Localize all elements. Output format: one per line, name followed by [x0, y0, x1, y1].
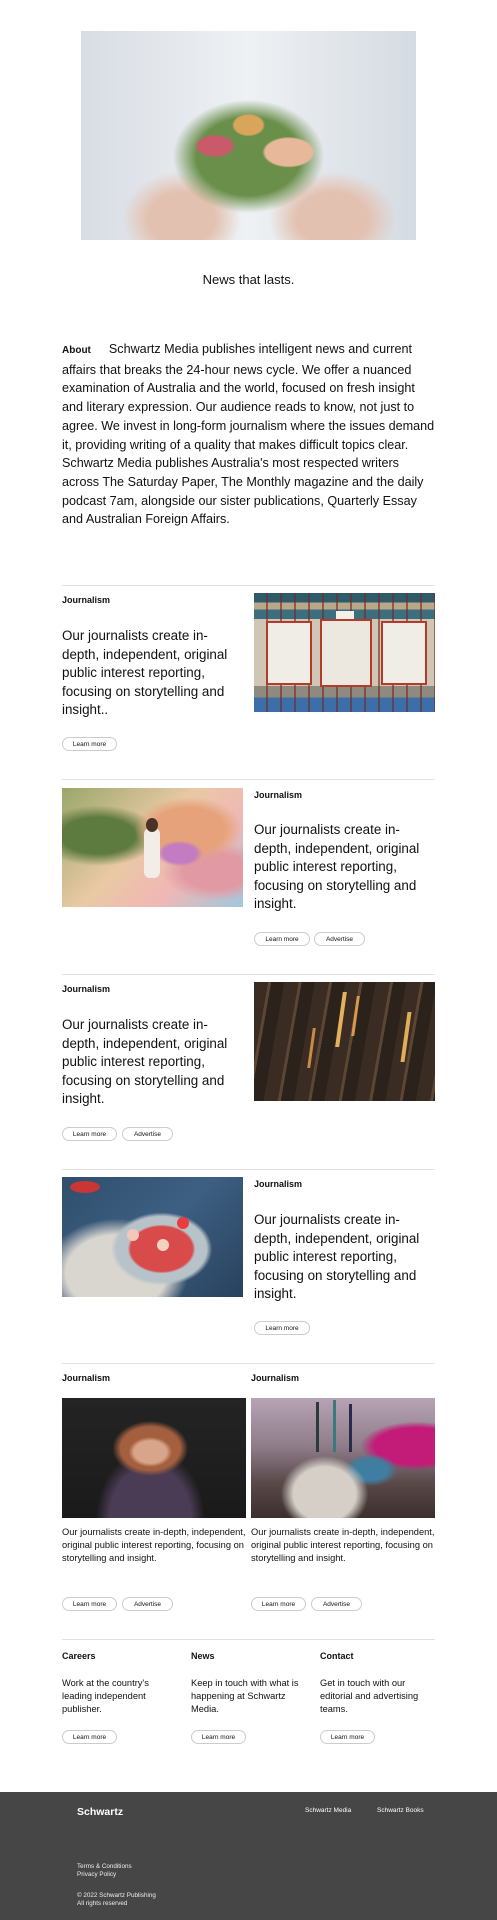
about-label: About	[62, 345, 91, 356]
feature-4-learn-more-button[interactable]: Learn more	[254, 1321, 310, 1335]
footer: Schwartz Schwartz Media Schwartz Books T…	[0, 1792, 497, 1920]
feature-3-building-image	[254, 982, 435, 1101]
feature-2-learn-more-button[interactable]: Learn more	[254, 932, 310, 946]
divider	[62, 974, 435, 975]
feature-4-strawberries-image	[62, 1177, 243, 1297]
careers-title: Careers	[62, 1651, 96, 1661]
careers-text: Work at the country's leading independen…	[62, 1678, 149, 1714]
card-2-advertise-button[interactable]: Advertise	[311, 1597, 362, 1611]
feature-4-kicker: Journalism	[254, 1179, 303, 1189]
feature-2-text: Our journalists create in-depth, indepen…	[254, 822, 420, 912]
hero-bouquet-image	[81, 31, 416, 240]
footer-rights: All rights reserved	[77, 1900, 128, 1907]
card-1-kicker: Journalism	[62, 1373, 111, 1383]
news-title: News	[191, 1651, 215, 1661]
footer-link-schwartz-books[interactable]: Schwartz Books	[377, 1807, 424, 1814]
about-text: Schwartz Media publishes intelligent new…	[62, 342, 435, 527]
divider	[62, 1639, 435, 1640]
news-text: Keep in touch with what is happening at …	[191, 1678, 299, 1714]
divider	[62, 779, 435, 780]
divider	[62, 585, 435, 586]
footer-logo[interactable]: Schwartz	[77, 1806, 123, 1818]
feature-1-learn-more-button[interactable]: Learn more	[62, 737, 117, 751]
divider	[62, 1169, 435, 1170]
card-2-table-image	[251, 1398, 435, 1518]
feature-3-text: Our journalists create in-depth, indepen…	[62, 1017, 228, 1107]
tagline: News that lasts.	[202, 272, 295, 287]
feature-3-learn-more-button[interactable]: Learn more	[62, 1127, 117, 1141]
card-2-learn-more-button[interactable]: Learn more	[251, 1597, 306, 1611]
feature-2-advertise-button[interactable]: Advertise	[314, 932, 365, 946]
card-1-text: Our journalists create in-depth, indepen…	[62, 1527, 246, 1563]
contact-title: Contact	[320, 1651, 354, 1661]
contact-text: Get in touch with our editorial and adve…	[320, 1678, 419, 1714]
feature-1-text: Our journalists create in-depth, indepen…	[62, 628, 228, 718]
feature-4-text: Our journalists create in-depth, indepen…	[254, 1212, 420, 1302]
card-2-text: Our journalists create in-depth, indepen…	[251, 1527, 435, 1563]
about-section: About Schwartz Media publishes intelligen…	[62, 340, 438, 529]
feature-3-kicker: Journalism	[62, 984, 111, 994]
news-learn-more-button[interactable]: Learn more	[191, 1730, 246, 1744]
divider	[62, 1363, 435, 1364]
feature-2-kicker: Journalism	[254, 790, 303, 800]
feature-2-mural-image	[62, 788, 243, 907]
card-2-kicker: Journalism	[251, 1373, 300, 1383]
card-1-learn-more-button[interactable]: Learn more	[62, 1597, 117, 1611]
footer-privacy-link[interactable]: Privacy Policy	[77, 1871, 116, 1880]
card-1-portrait-image	[62, 1398, 246, 1518]
contact-learn-more-button[interactable]: Learn more	[320, 1730, 375, 1744]
card-1-advertise-button[interactable]: Advertise	[122, 1597, 173, 1611]
feature-3-advertise-button[interactable]: Advertise	[122, 1127, 173, 1141]
feature-1-temple-image	[254, 593, 435, 712]
footer-link-schwartz-media[interactable]: Schwartz Media	[305, 1807, 351, 1814]
careers-learn-more-button[interactable]: Learn more	[62, 1730, 117, 1744]
feature-1-kicker: Journalism	[62, 595, 111, 605]
